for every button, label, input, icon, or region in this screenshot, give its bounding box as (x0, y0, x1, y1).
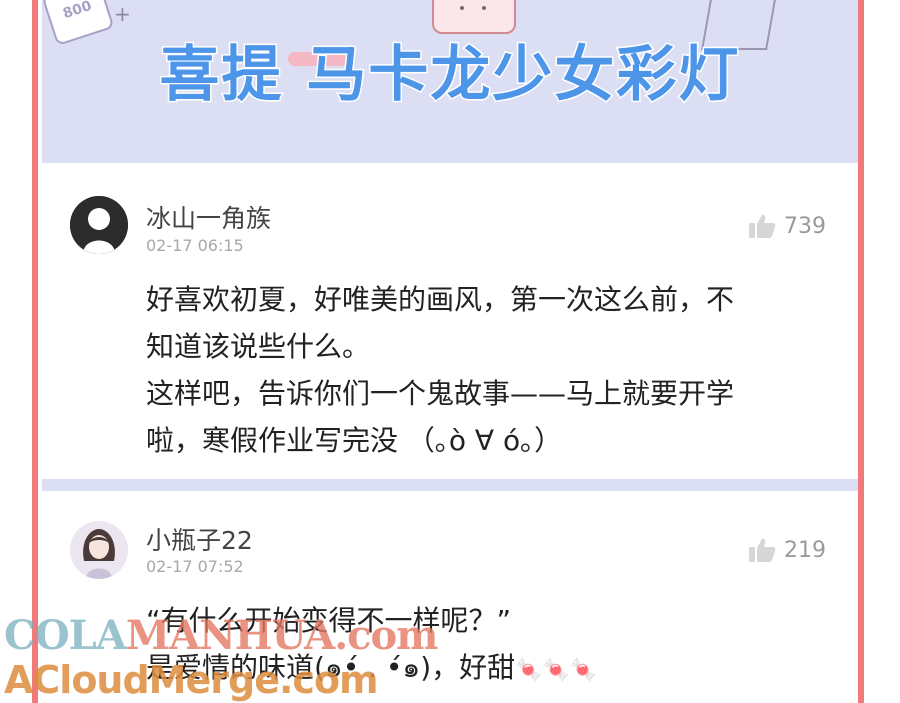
comment-timestamp: 02-17 07:52 (146, 557, 244, 576)
like-count: 739 (784, 213, 826, 239)
comment-page: 800 + 喜提 马卡龙少女彩灯 冰山一角族 02-17 06:15 739 好… (42, 0, 858, 703)
comment-text: 好喜欢初夏，好唯美的画风，第一次这么前，不 知道该说些什么。 这样吧，告诉你们一… (146, 283, 735, 457)
doodle-eye-left (460, 6, 464, 10)
avatar[interactable] (70, 521, 128, 579)
girl-avatar-icon (70, 521, 128, 579)
comment-text: “有什么开始变得不一样呢？” 是爱情的味道(๑•́ . •́๑)，好甜🍬🍬🍬 (146, 597, 826, 694)
comment-card: 小瓶子22 02-17 07:52 219 “有什么开始变得不一样呢？” 是爱情… (42, 491, 858, 703)
thumbs-up-icon (749, 214, 776, 238)
doodle-eye-right (482, 6, 486, 10)
comment-card: 冰山一角族 02-17 06:15 739 好喜欢初夏，好唯美的画风，第一次这么… (42, 163, 858, 479)
comment-divider (42, 479, 858, 491)
comment-line: “有什么开始变得不一样呢？” (146, 604, 512, 637)
left-border (0, 0, 38, 703)
like-count: 219 (784, 537, 826, 563)
like-button[interactable]: 739 (748, 213, 826, 239)
screenshot-frame: 800 + 喜提 马卡龙少女彩灯 冰山一角族 02-17 06:15 739 好… (0, 0, 900, 703)
avatar[interactable] (70, 196, 128, 254)
comment-timestamp: 02-17 06:15 (146, 236, 244, 255)
right-border (858, 0, 900, 703)
comment-username[interactable]: 冰山一角族 (146, 199, 271, 235)
left-border-stripe (32, 0, 38, 703)
right-border-stripe (858, 0, 864, 703)
header-banner: 800 + 喜提 马卡龙少女彩灯 (42, 0, 858, 163)
candy-emoji-icon: 🍬🍬🍬 (515, 658, 598, 683)
banner-title: 喜提 马卡龙少女彩灯 (158, 39, 741, 112)
plus-doodle-icon: + (114, 2, 131, 26)
comment-username[interactable]: 小瓶子22 (146, 521, 253, 557)
thumbs-up-icon (749, 538, 776, 562)
comment-line: 是爱情的味道(๑•́ . •́๑)，好甜 (146, 651, 516, 684)
like-button[interactable]: 219 (748, 537, 826, 563)
default-user-avatar-icon (70, 196, 128, 254)
